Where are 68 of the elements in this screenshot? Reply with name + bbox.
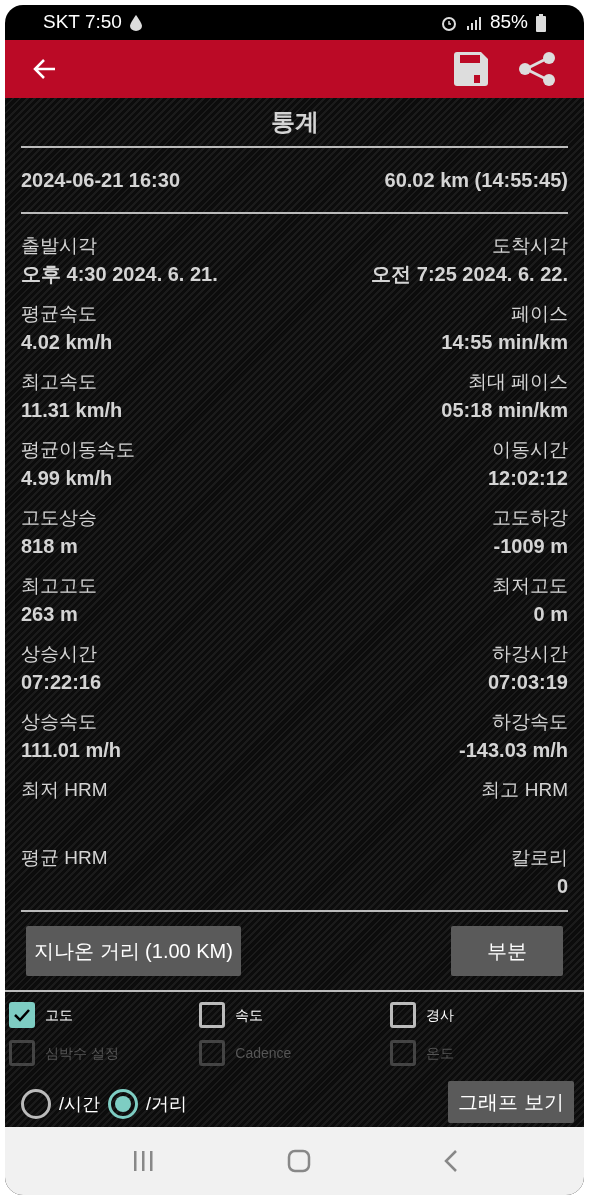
stat-value: 4.02 km/h bbox=[21, 330, 113, 355]
checkbox-label: 온도 bbox=[425, 1043, 454, 1063]
stat-label: 상승시간 bbox=[21, 642, 97, 666]
checkbox[interactable] bbox=[199, 1002, 226, 1028]
stat-value: -1009 m bbox=[493, 534, 568, 559]
stat-value: 4.99 km/h bbox=[21, 466, 113, 491]
recent-apps-icon[interactable] bbox=[131, 1150, 154, 1172]
stat-label: 최고속도 bbox=[21, 370, 97, 394]
signal-icon bbox=[465, 14, 482, 31]
section-button[interactable]: 부분 bbox=[451, 926, 563, 976]
stat-label: 최고 HRM bbox=[481, 778, 568, 802]
stat-value: 오전 7:25 2024. 6. 22. bbox=[371, 262, 568, 287]
stat-value: 818 m bbox=[21, 534, 78, 559]
stat-label: 칼로리 bbox=[511, 846, 568, 870]
checkbox[interactable] bbox=[9, 1002, 35, 1028]
stat-label: 평균속도 bbox=[21, 302, 97, 326]
stat-value: 07:22:16 bbox=[21, 670, 102, 695]
checkbox-label: 고도 bbox=[45, 1005, 73, 1025]
stat-value: 0 m bbox=[533, 602, 568, 627]
stat-value: 05:18 min/km bbox=[441, 398, 568, 423]
date-text: 2024-06-21 16:30 bbox=[21, 168, 180, 193]
home-icon[interactable] bbox=[286, 1149, 311, 1173]
stat-label: 평균이동속도 bbox=[21, 438, 135, 462]
stat-label: 최저고도 bbox=[492, 574, 568, 598]
radio-label: /거리 bbox=[146, 1093, 188, 1116]
battery-icon bbox=[536, 13, 546, 32]
stat-label: 평균 HRM bbox=[21, 846, 108, 870]
checkbox[interactable] bbox=[389, 1002, 416, 1028]
checkbox-label: 심박수 설정 bbox=[45, 1043, 119, 1063]
graph-button[interactable]: 그래프 보기 bbox=[448, 1081, 574, 1123]
back-arrow-icon[interactable] bbox=[33, 58, 57, 80]
stat-label: 최대 페이스 bbox=[467, 370, 568, 394]
stat-label: 도착시각 bbox=[492, 234, 568, 258]
stat-label: 페이스 bbox=[511, 302, 568, 326]
stat-value: 오후 4:30 2024. 6. 21. bbox=[21, 262, 218, 287]
stat-value: 14:55 min/km bbox=[441, 330, 568, 355]
stat-label: 최고고도 bbox=[21, 574, 97, 598]
save-icon[interactable] bbox=[454, 52, 488, 86]
check-icon bbox=[13, 1008, 31, 1022]
stat-value: -143.03 m/h bbox=[459, 738, 568, 763]
stat-label: 하강시간 bbox=[492, 642, 568, 666]
checkbox-label: 속도 bbox=[235, 1005, 264, 1025]
stat-value: 11.31 km/h bbox=[21, 398, 123, 423]
stat-label: 고도상승 bbox=[21, 506, 97, 530]
checkbox-label: Cadence bbox=[235, 1043, 292, 1063]
stat-label: 출발시각 bbox=[21, 234, 97, 258]
radio-label: /시간 bbox=[59, 1093, 100, 1116]
share-icon[interactable] bbox=[518, 52, 556, 86]
stat-label: 이동시간 bbox=[492, 438, 568, 462]
stat-label: 상승속도 bbox=[21, 710, 97, 734]
stat-label: 최저 HRM bbox=[21, 778, 108, 802]
stat-value: 111.01 m/h bbox=[21, 738, 122, 763]
status-time: SKT 7:50 bbox=[43, 10, 122, 35]
distance-button[interactable]: 지나온 거리 (1.00 KM) bbox=[26, 926, 241, 976]
back-icon[interactable] bbox=[443, 1149, 458, 1173]
battery-percent: 85% bbox=[489, 10, 528, 35]
distance-text: 60.02 km (14:55:45) bbox=[384, 168, 568, 193]
stat-value: 07:03:19 bbox=[487, 670, 568, 695]
radio-button[interactable] bbox=[108, 1089, 138, 1119]
stat-value: 12:02:12 bbox=[487, 466, 568, 491]
page-title: 통계 bbox=[270, 107, 319, 137]
radio-button[interactable] bbox=[21, 1089, 51, 1119]
water-drop-icon bbox=[129, 14, 142, 31]
stat-value: 0 bbox=[556, 874, 568, 899]
stat-value: 263 m bbox=[21, 602, 78, 627]
stat-label: 고도하강 bbox=[492, 506, 568, 530]
stat-label: 하강속도 bbox=[492, 710, 568, 734]
checkbox-label: 경사 bbox=[425, 1005, 454, 1025]
